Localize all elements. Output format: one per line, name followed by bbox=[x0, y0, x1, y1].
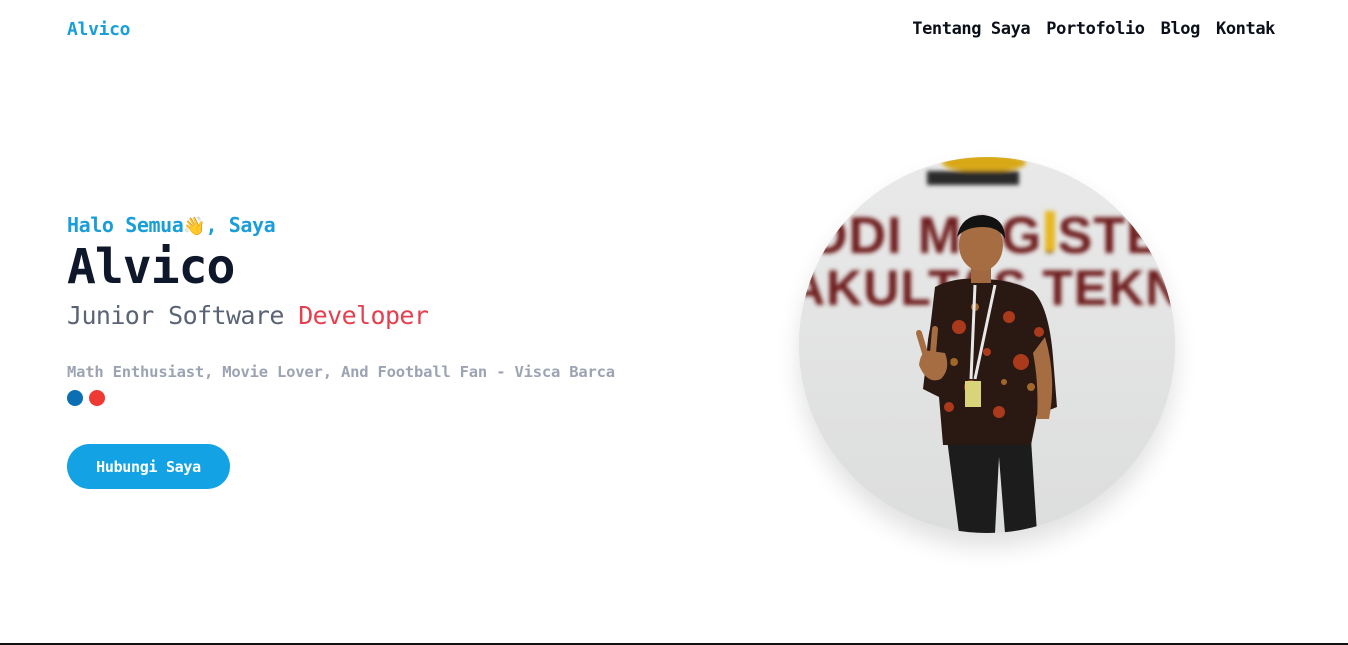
barca-color-dots bbox=[67, 390, 707, 406]
main-nav: Tentang Saya Portofolio Blog Kontak bbox=[912, 19, 1275, 39]
nav-link-blog[interactable]: Blog bbox=[1161, 19, 1201, 39]
blue-circle-icon bbox=[67, 390, 83, 406]
hero-intro: Halo Semua👋, Saya Alvico Junior Software… bbox=[67, 213, 707, 489]
greeting-text: Halo Semua bbox=[67, 213, 184, 237]
profile-photo-illustration: ODI MAGISTE AKULTAS TEKNI bbox=[799, 157, 1175, 533]
hero-tagline: Math Enthusiast, Movie Lover, And Footba… bbox=[67, 363, 615, 381]
nav-link-contact[interactable]: Kontak bbox=[1216, 19, 1275, 39]
nav-link-about[interactable]: Tentang Saya bbox=[912, 19, 1030, 39]
site-header: Alvico Tentang Saya Portofolio Blog Kont… bbox=[0, 0, 1348, 60]
page: Alvico Tentang Saya Portofolio Blog Kont… bbox=[0, 0, 1348, 645]
red-circle-icon bbox=[89, 390, 105, 406]
hero-role: Junior Software Developer bbox=[67, 301, 707, 330]
contact-me-button[interactable]: Hubungi Saya bbox=[67, 444, 230, 489]
brand-logo-link[interactable]: Alvico bbox=[67, 19, 131, 40]
role-prefix: Junior Software bbox=[67, 301, 299, 330]
profile-photo: ODI MAGISTE AKULTAS TEKNI bbox=[799, 157, 1175, 533]
greeting-suffix: , Saya bbox=[205, 213, 276, 237]
role-accent: Developer bbox=[298, 301, 429, 330]
hero-name: Alvico bbox=[67, 239, 235, 295]
waving-hand-icon: 👋 bbox=[183, 216, 206, 237]
nav-link-portfolio[interactable]: Portofolio bbox=[1046, 19, 1145, 39]
